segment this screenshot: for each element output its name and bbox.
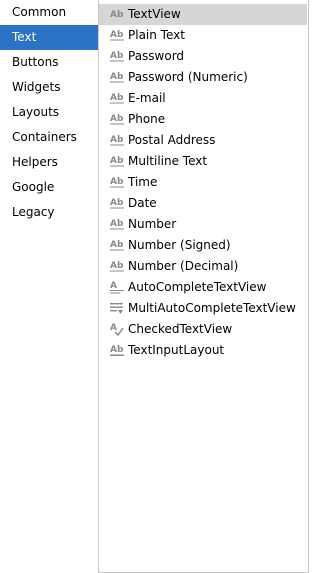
palette-item-password[interactable]: Ab Password: [99, 46, 307, 67]
svg-text:Ab: Ab: [110, 198, 124, 208]
palette-item-label: Date: [128, 196, 157, 210]
category-layouts[interactable]: Layouts: [0, 100, 98, 125]
svg-text:Ab: Ab: [110, 72, 124, 82]
palette-item-number[interactable]: Ab Number: [99, 214, 307, 235]
svg-text:Ab: Ab: [110, 114, 124, 124]
category-containers[interactable]: Containers: [0, 125, 98, 150]
palette-item-label: Postal Address: [128, 133, 216, 147]
palette-item-label: Time: [128, 175, 158, 189]
palette-item-time[interactable]: Ab Time: [99, 172, 307, 193]
edittext-icon: Ab: [110, 240, 124, 251]
edittext-icon: Ab: [110, 93, 124, 104]
svg-text:A: A: [110, 281, 117, 291]
category-google[interactable]: Google: [0, 175, 98, 200]
palette-item-checked-textview[interactable]: A CheckedTextView: [99, 319, 307, 340]
svg-text:Ab: Ab: [110, 93, 124, 103]
palette-item-label: Password: [128, 49, 185, 63]
palette-item-label: Phone: [128, 112, 166, 126]
category-list: Common Text Buttons Widgets Layouts Cont…: [0, 0, 99, 573]
palette-item-list: Ab TextView Ab Plain Text Ab Password Ab…: [99, 4, 307, 361]
svg-text:A: A: [110, 323, 117, 333]
checked-textview-icon: A: [110, 323, 124, 336]
category-text[interactable]: Text: [0, 25, 98, 50]
palette-item-phone[interactable]: Ab Phone: [99, 109, 307, 130]
multi-autocomplete-icon: [110, 303, 123, 314]
edittext-icon: Ab: [110, 261, 124, 272]
palette-item-textview[interactable]: Ab TextView: [99, 4, 307, 25]
palette-item-password-numeric[interactable]: Ab Password (Numeric): [99, 67, 307, 88]
palette-item-postal-address[interactable]: Ab Postal Address: [99, 130, 307, 151]
svg-text:Ab: Ab: [110, 51, 124, 61]
svg-text:Ab: Ab: [110, 345, 124, 355]
palette-item-number-signed[interactable]: Ab Number (Signed): [99, 235, 307, 256]
textinputlayout-icon: Ab: [110, 345, 124, 356]
category-helpers[interactable]: Helpers: [0, 150, 98, 175]
svg-text:Ab: Ab: [110, 135, 124, 145]
svg-text:Ab: Ab: [110, 177, 124, 187]
svg-text:Ab: Ab: [110, 156, 124, 166]
palette-item-label: CheckedTextView: [128, 322, 233, 336]
autocomplete-icon: A: [110, 281, 124, 294]
palette-item-label: Plain Text: [128, 28, 185, 42]
palette-item-textinputlayout[interactable]: Ab TextInputLayout: [99, 340, 307, 361]
palette-item-plain-text[interactable]: Ab Plain Text: [99, 25, 307, 46]
palette-item-label: Number (Decimal): [128, 259, 239, 273]
palette-item-multiline-text[interactable]: Ab Multiline Text: [99, 151, 307, 172]
palette-item-label: E-mail: [128, 91, 166, 105]
palette-item-email[interactable]: Ab E-mail: [99, 88, 307, 109]
edittext-icon: Ab: [110, 198, 124, 209]
palette-item-label: TextInputLayout: [128, 343, 225, 357]
edittext-icon: Ab: [110, 114, 124, 125]
category-buttons[interactable]: Buttons: [0, 50, 98, 75]
palette-item-label: Number: [128, 217, 177, 231]
palette-item-label: MultiAutoCompleteTextView: [128, 301, 296, 315]
svg-text:Ab: Ab: [110, 240, 124, 250]
edittext-icon: Ab: [110, 156, 124, 167]
svg-text:Ab: Ab: [110, 261, 124, 271]
edittext-icon: Ab: [110, 135, 124, 146]
palette-item-label: AutoCompleteTextView: [128, 280, 267, 294]
palette-item-label: Password (Numeric): [128, 70, 248, 84]
category-widgets[interactable]: Widgets: [0, 75, 98, 100]
category-common[interactable]: Common: [0, 0, 98, 25]
palette-panel: Common Text Buttons Widgets Layouts Cont…: [0, 0, 309, 573]
edittext-icon: Ab: [110, 177, 124, 188]
svg-text:Ab: Ab: [110, 10, 124, 20]
textview-icon: Ab: [110, 10, 124, 20]
palette-item-label: Multiline Text: [128, 154, 208, 168]
edittext-icon: Ab: [110, 219, 124, 230]
palette-item-label: TextView: [128, 7, 181, 21]
palette-item-date[interactable]: Ab Date: [99, 193, 307, 214]
category-legacy[interactable]: Legacy: [0, 200, 98, 225]
palette-item-label: Number (Signed): [128, 238, 231, 252]
edittext-icon: Ab: [110, 72, 124, 83]
svg-text:Ab: Ab: [110, 30, 124, 40]
palette-item-number-decimal[interactable]: Ab Number (Decimal): [99, 256, 307, 277]
edittext-icon: Ab: [110, 30, 124, 41]
palette-item-autocomplete-textview[interactable]: A AutoCompleteTextView: [99, 277, 307, 298]
svg-text:Ab: Ab: [110, 219, 124, 229]
edittext-icon: Ab: [110, 51, 124, 62]
palette-item-multi-autocomplete-textview[interactable]: MultiAutoCompleteTextView: [99, 298, 307, 319]
